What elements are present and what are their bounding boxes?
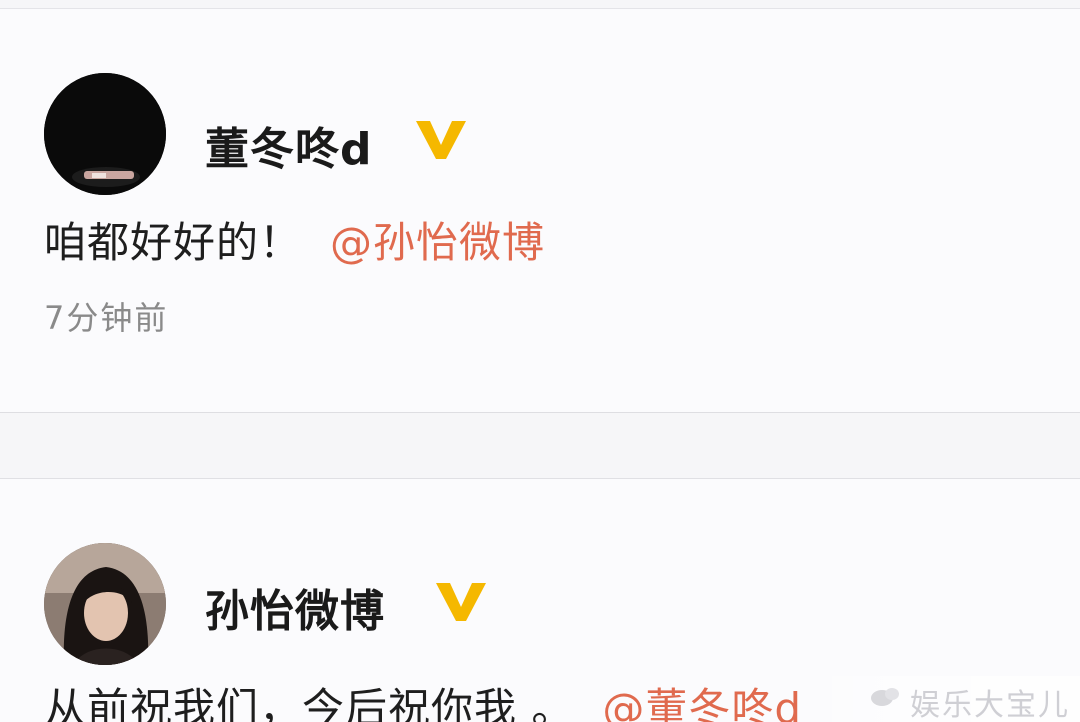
post-text: 咱都好好的！ @孙怡微博 (44, 209, 545, 270)
mention-link[interactable]: @董冬咚d (602, 684, 802, 722)
avatar[interactable] (44, 543, 166, 665)
verified-v-icon (416, 121, 466, 159)
timestamp: 7分钟前 (44, 299, 169, 337)
username[interactable]: 董冬咚d (205, 113, 373, 177)
post-body: 咱都好好的！ (44, 218, 303, 267)
post-body: 从前祝我们，今后祝你我 。 (44, 684, 575, 722)
post-card: 董冬咚d 咱都好好的！ @孙怡微博 7分钟前 (0, 8, 1080, 413)
avatar-image (44, 543, 166, 665)
watermark: 娱乐大宝儿 (810, 676, 1080, 722)
watermark-text: 娱乐大宝儿 (910, 688, 1070, 722)
feed: 董冬咚d 咱都好好的！ @孙怡微博 7分钟前 孙怡微博 从前祝我们，今后祝你我 。… (0, 0, 1080, 722)
watermark-logo-icon (871, 688, 899, 706)
avatar[interactable] (44, 73, 166, 195)
verified-v-icon (436, 583, 486, 621)
username[interactable]: 孙怡微博 (205, 575, 385, 639)
post-text: 从前祝我们，今后祝你我 。 @董冬咚d (44, 675, 802, 722)
avatar-image (44, 73, 166, 195)
mention-link[interactable]: @孙怡微博 (330, 218, 545, 267)
